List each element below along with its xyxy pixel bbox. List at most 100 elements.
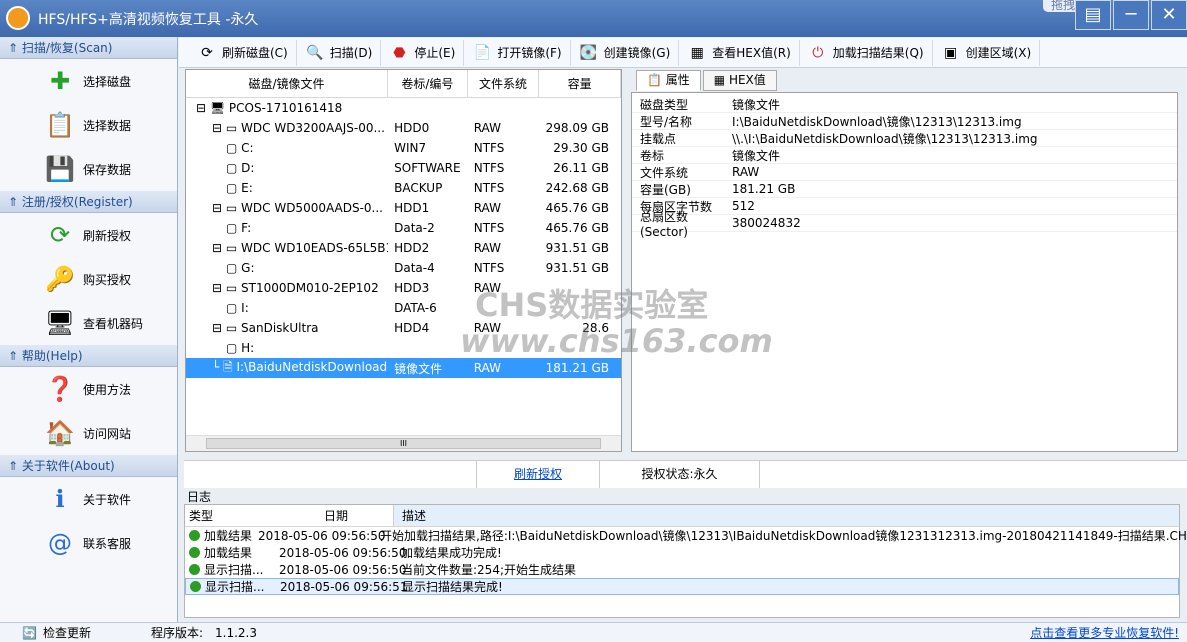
log-row[interactable]: 加载结果 2018-05-06 09:56:50 开始加载扫描结果,路径:I:\Ba… xyxy=(185,527,1187,544)
stop-button[interactable]: ⬣ 停止(E) xyxy=(381,39,465,66)
sidebar-item-buy-license[interactable]: 🔑 购买授权 xyxy=(0,257,177,301)
tree-row-name: C: xyxy=(241,141,254,155)
sidebar-section-scan[interactable]: ⇑ 扫描/恢复(Scan) xyxy=(0,37,177,59)
tree-row[interactable]: ▢ G: Data-4 NTFS 931.51 GB xyxy=(186,258,621,278)
tree-row[interactable]: ▢ C: WIN7 NTFS 29.30 GB xyxy=(186,138,621,158)
scan-button[interactable]: 🔍 扫描(D) xyxy=(297,39,382,66)
tree-row[interactable]: ▢ D: SOFTWARE NTFS 26.11 GB xyxy=(186,158,621,178)
log-type: 显示扫描... xyxy=(204,563,264,577)
tree-row[interactable]: ▢ F: Data-2 NTFS 465.76 GB xyxy=(186,218,621,238)
partition-icon: ▢ xyxy=(226,181,242,195)
tree-row[interactable]: ⊟ ▭ WDC WD3200AAJS-00... HDD0 RAW 298.09 GB xyxy=(186,118,621,138)
sidebar-item-label: 使用方法 xyxy=(83,382,132,397)
button-label: 查看HEX值(R) xyxy=(712,46,791,60)
tree-cell-vol: DATA-6 xyxy=(394,301,437,315)
sidebar-section-register[interactable]: ⇑ 注册/授权(Register) xyxy=(0,191,177,213)
sidebar-item-label: 关于软件 xyxy=(83,492,132,507)
log-row[interactable]: 显示扫描... 2018-05-06 09:56:51 显示扫描结果完成! xyxy=(185,578,1179,595)
tree-row-name: I:\BaiduNetdiskDownload... xyxy=(236,359,389,374)
stop-icon: ⬣ xyxy=(393,44,406,61)
tree-row[interactable]: └ 🗎 I:\BaiduNetdiskDownload... 镜像文件 RAW 181… xyxy=(186,358,621,378)
check-update-button[interactable]: 检查更新 xyxy=(43,624,147,641)
load-icon: ⏻ xyxy=(812,44,824,61)
tree-cell-cap: 29.30 GB xyxy=(553,141,609,155)
tree-row[interactable]: ⊟ ▭ WDC WD10EADS-65L5B1 HDD2 RAW 931.51 GB xyxy=(186,238,621,258)
tree-cell-vol: SOFTWARE xyxy=(394,161,461,175)
col-header-volume[interactable]: 卷标/编号 xyxy=(388,70,468,97)
sidebar-item-select-data[interactable]: 📋 选择数据 xyxy=(0,103,177,147)
tree-row-name: WDC WD3200AAJS-00... xyxy=(241,121,385,135)
floppy-icon: 💾 xyxy=(45,155,75,183)
log-col-desc[interactable]: 描述 xyxy=(393,505,1179,526)
tree-cell-cap: 242.68 GB xyxy=(545,181,609,195)
sidebar-section-about[interactable]: ⇑ 关于软件(About) xyxy=(0,455,177,477)
log-body: 加载结果 2018-05-06 09:56:50 开始加载扫描结果,路径:I:\Ba… xyxy=(185,527,1187,595)
log-row[interactable]: 加载结果 2018-05-06 09:56:50 加载结果成功完成! xyxy=(185,544,1179,561)
refresh-license-link[interactable]: 刷新授权 xyxy=(514,467,562,481)
partition-icon: ▢ xyxy=(226,221,242,235)
property-row: 容量(GB) 181.21 GB xyxy=(632,181,1177,198)
sidebar-item-about[interactable]: ℹ 关于软件 xyxy=(0,477,177,521)
file-icon: 📄 xyxy=(473,44,492,61)
tab-properties[interactable]: 📋 属性 xyxy=(636,70,701,91)
tree-row[interactable]: ⊟ 🖥 PCOS-1710161418 xyxy=(186,98,621,118)
version-label: 程序版本: xyxy=(150,626,203,640)
sidebar-item-usage[interactable]: ❓ 使用方法 xyxy=(0,367,177,411)
tree-cell-fs: NTFS xyxy=(473,161,505,175)
tab-label: HEX值 xyxy=(728,73,766,87)
create-image-button[interactable]: 💽 创建镜像(G) xyxy=(571,39,680,66)
sidebar-item-save-data[interactable]: 💾 保存数据 xyxy=(0,147,177,191)
tree-cell-cap: 465.76 GB xyxy=(545,201,609,215)
partition-icon: ▢ xyxy=(226,261,242,275)
load-result-button[interactable]: ⏻ 加载扫描结果(Q) xyxy=(800,39,933,66)
tree-row[interactable]: ⊟ ▭ WDC WD5000AADS-0... HDD1 RAW 465.76 GB xyxy=(186,198,621,218)
update-icon: 🔄 xyxy=(22,625,37,640)
property-value: 380024832 xyxy=(732,216,801,230)
license-status: 授权状态:永久 xyxy=(600,461,760,488)
tree-row-name: E: xyxy=(241,181,253,195)
button-label: 加载扫描结果(Q) xyxy=(832,46,924,60)
property-row: 型号/名称 I:\BaiduNetdiskDownload\镜像\12313\12… xyxy=(632,113,1177,130)
tree-row-name: H: xyxy=(241,341,255,355)
menu-icon[interactable]: ▤ xyxy=(1075,0,1111,30)
plus-icon: ✚ xyxy=(49,67,71,95)
property-row: 挂载点 \\.\I:\BaiduNetdiskDownload\镜像\12313\… xyxy=(632,130,1177,147)
toolbar: ⟳ 刷新磁盘(C) 🔍 扫描(D) ⬣ 停止(E) 📄 打开镜像(F) 💽 创建镜像(G)… xyxy=(179,38,1187,68)
sidebar-item-select-disk[interactable]: ✚ 选择磁盘 xyxy=(0,59,177,103)
sidebar-item-contact[interactable]: @ 联系客服 xyxy=(0,521,177,565)
col-header-disk[interactable]: 磁盘/镜像文件 xyxy=(186,70,389,97)
tree-row-name: SanDiskUltra xyxy=(241,321,319,335)
key-icon: 🔑 xyxy=(45,265,75,293)
disk-icon: ⊟ ▭ xyxy=(212,321,242,335)
property-row: 卷标 镜像文件 xyxy=(632,147,1177,164)
sidebar-item-visit-site[interactable]: 🏠 访问网站 xyxy=(0,411,177,455)
tree-row-name: F: xyxy=(241,221,252,235)
sidebar-section-help[interactable]: ⇑ 帮助(Help) xyxy=(0,345,177,367)
log-col-date[interactable]: 日期 xyxy=(273,507,393,524)
log-header: 类型 日期 描述 xyxy=(185,505,1179,527)
create-region-button[interactable]: ▣ 创建区域(X) xyxy=(933,39,1041,66)
open-image-button[interactable]: 📄 打开镜像(F) xyxy=(464,39,571,66)
property-row: 磁盘类型 镜像文件 xyxy=(632,96,1177,113)
more-software-link[interactable]: 点击查看更多专业恢复软件! xyxy=(1030,624,1179,641)
hex-view-button[interactable]: ▦ 查看HEX值(R) xyxy=(679,39,800,66)
property-key: 磁盘类型 xyxy=(640,97,689,112)
minimize-icon[interactable]: ─ xyxy=(1113,0,1149,30)
tree-row[interactable]: ▢ E: BACKUP NTFS 242.68 GB xyxy=(186,178,621,198)
sidebar-item-refresh-license[interactable]: ⟳ 刷新授权 xyxy=(0,213,177,257)
sidebar-item-machine-code[interactable]: 🖥 查看机器码 xyxy=(0,301,177,345)
log-type: 显示扫描... xyxy=(205,580,265,594)
tab-hex[interactable]: ▦ HEX值 xyxy=(702,70,777,91)
col-header-fs[interactable]: 文件系统 xyxy=(468,70,540,97)
refresh-disk-button[interactable]: ⟳ 刷新磁盘(C) xyxy=(189,39,297,66)
tab-label: 属性 xyxy=(665,73,690,87)
success-icon xyxy=(190,581,201,592)
close-icon[interactable]: ✕ xyxy=(1151,0,1187,30)
log-row[interactable]: 显示扫描... 2018-05-06 09:56:50 当前文件数量:254;开始生… xyxy=(185,561,1179,578)
log-col-type[interactable]: 类型 xyxy=(185,507,273,524)
horizontal-scrollbar[interactable]: III xyxy=(186,435,621,451)
col-header-capacity[interactable]: 容量 xyxy=(539,70,621,97)
sidebar-item-label: 联系客服 xyxy=(83,536,132,551)
tree-cell-vol: HDD0 xyxy=(394,121,430,135)
scroll-thumb[interactable]: III xyxy=(206,438,601,449)
